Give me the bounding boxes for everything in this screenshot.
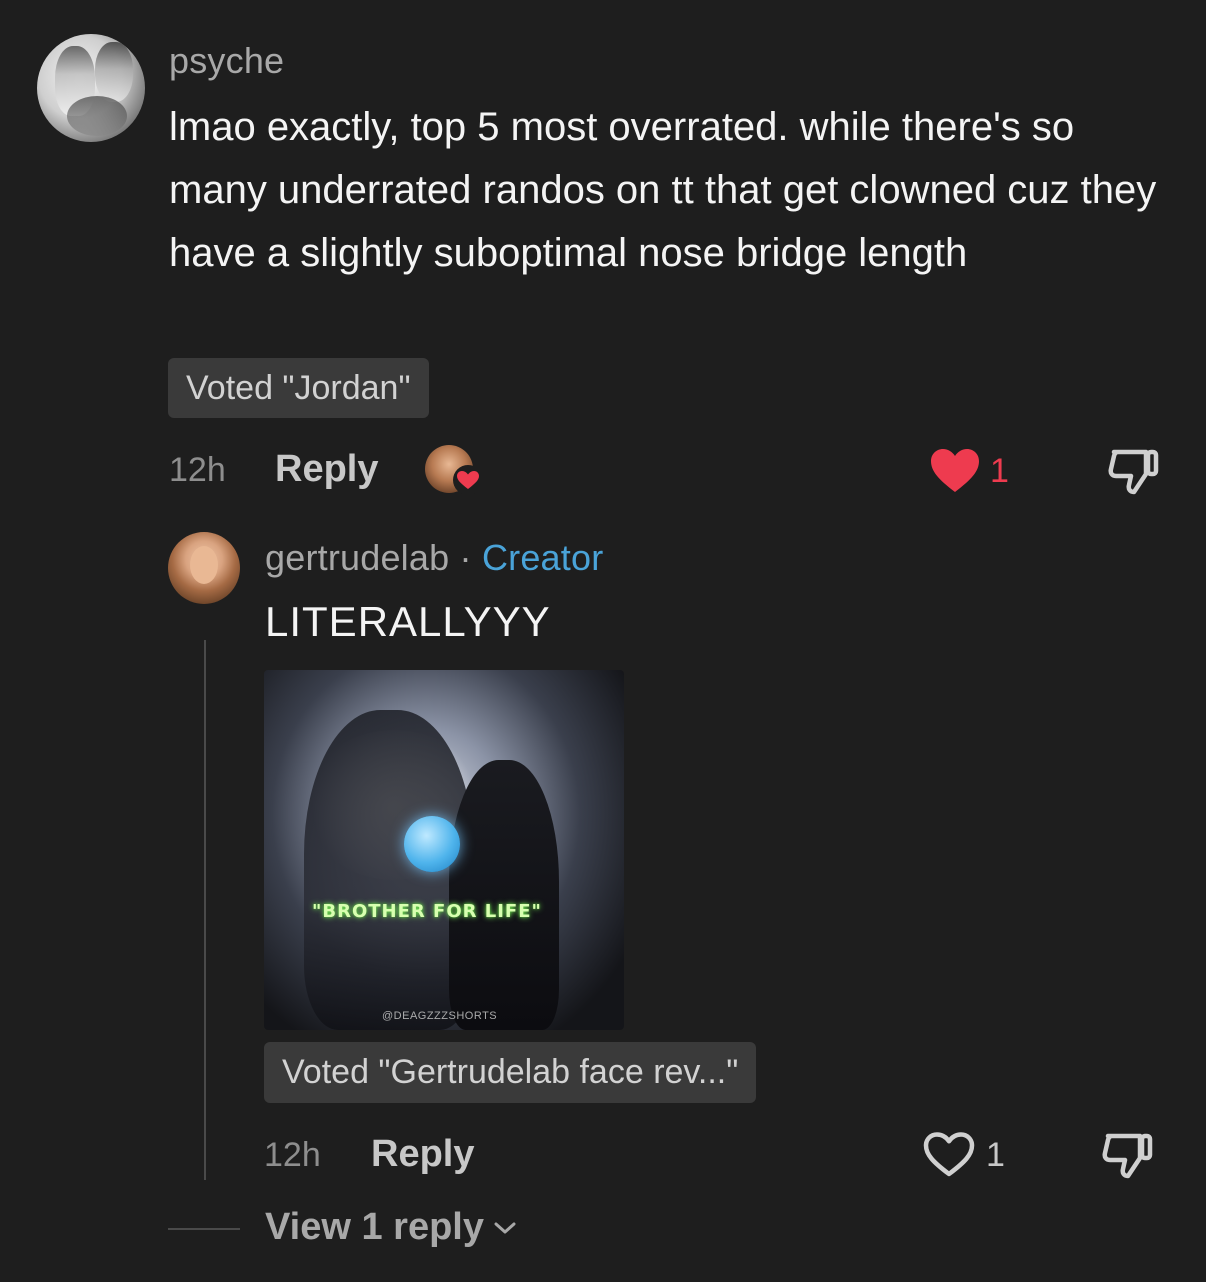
cold-face-emoji-icon — [404, 816, 460, 872]
reply-header: gertrudelab · Creator — [265, 537, 603, 579]
chevron-down-icon — [494, 1222, 516, 1233]
heart-outline-icon[interactable] — [922, 1130, 976, 1178]
reply-username[interactable]: gertrudelab — [265, 537, 449, 578]
comments-screen: psyche lmao exactly, top 5 most overrate… — [0, 0, 1206, 1282]
reply-text: LITERALLYYY — [265, 598, 551, 645]
view-replies-divider — [168, 1228, 240, 1230]
commenter-username[interactable]: psyche — [169, 40, 284, 82]
avatar-sketch-face — [67, 96, 127, 136]
avatar-sketch-face — [95, 42, 133, 102]
creator-badge: Creator — [481, 537, 604, 578]
dislike-icon[interactable] — [1106, 446, 1162, 496]
media-caption: "BROTHER FOR LIFE" — [312, 901, 542, 922]
like-count: 1 — [990, 452, 1009, 490]
reply-media-image[interactable]: "BROTHER FOR LIFE" @DEAGZZZSHORTS — [264, 670, 624, 1030]
heart-icon[interactable] — [928, 446, 982, 494]
reply-button[interactable]: Reply — [275, 448, 378, 491]
reply-like-count: 1 — [986, 1136, 1005, 1174]
view-replies-button[interactable]: View 1 reply — [265, 1206, 518, 1249]
vote-badge: Voted "Jordan" — [168, 358, 429, 418]
creator-avatar[interactable] — [168, 532, 240, 604]
creator-heart-icon — [453, 465, 483, 495]
reply-dislike-icon[interactable] — [1100, 1130, 1156, 1180]
comment-text: lmao exactly, top 5 most overrated. whil… — [169, 105, 1157, 275]
avatar-face — [190, 546, 218, 584]
reply-reply-button[interactable]: Reply — [371, 1133, 474, 1176]
reply-vote-badge: Voted "Gertrudelab face rev..." — [264, 1042, 757, 1103]
commenter-avatar[interactable] — [37, 34, 145, 142]
media-figure — [449, 760, 559, 1030]
reply-timestamp: 12h — [264, 1136, 321, 1174]
media-watermark: @DEAGZZZSHORTS — [382, 1010, 498, 1022]
view-replies-label: View 1 reply — [265, 1206, 484, 1248]
separator: · — [459, 537, 472, 578]
comment-timestamp: 12h — [169, 451, 226, 489]
thread-line — [204, 640, 206, 1180]
